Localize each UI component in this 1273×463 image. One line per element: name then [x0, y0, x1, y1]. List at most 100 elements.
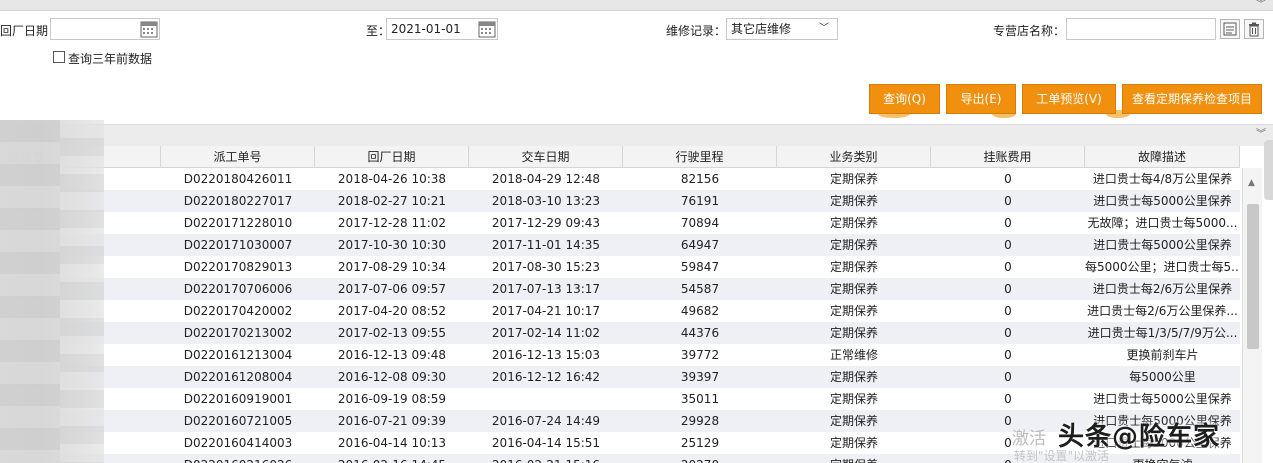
table-cell: 0 — [1004, 216, 1012, 230]
table-cell: 进口贵士每5000公里保养 — [1093, 194, 1232, 208]
table-cell: 定期保养 — [829, 414, 878, 428]
column-header[interactable]: 业务类别 — [777, 146, 931, 168]
table-cell: 定期保养 — [829, 370, 878, 384]
table-row[interactable]: D0220161213004 2016-12-13 09:48 2016-12-13… — [0, 344, 1240, 366]
vertical-scrollbar[interactable]: ▲ — [1242, 168, 1262, 463]
table-cell: 2017-08-30 15:23 — [491, 260, 601, 274]
table-cell: 2016-07-24 14:49 — [491, 414, 601, 428]
table-row[interactable]: D0220180426011 2018-04-26 10:38 2018-04-29… — [0, 168, 1240, 190]
table-row[interactable]: D0220171030007 2017-10-30 10:30 2017-11-01… — [0, 234, 1240, 256]
table-cell: 定期保养 — [829, 194, 878, 208]
table-row[interactable]: D0220170829013 2017-08-29 10:34 2017-08-30… — [0, 256, 1240, 278]
list-select-icon[interactable] — [1220, 19, 1240, 39]
column-header[interactable]: 行驶里程 — [623, 146, 777, 168]
table-cell: 39397 — [680, 370, 720, 384]
table-cell: 定期保养 — [829, 282, 878, 296]
table-cell: 2016-09-19 08:59 — [337, 392, 447, 406]
table-row[interactable]: D0220170420002 2017-04-20 08:52 2017-04-21… — [0, 300, 1240, 322]
activation-watermark: 激活 — [1012, 429, 1046, 449]
table-cell: 2016-12-12 16:42 — [491, 370, 601, 384]
table-row[interactable]: D0220160721005 2016-07-21 09:39 2016-07-24… — [0, 410, 1240, 432]
query-3yrs-checkbox[interactable] — [53, 51, 65, 63]
query-button[interactable]: 查询(Q) — [869, 84, 940, 114]
table-cell: 进口贵士每2/6万公里保养 — [1092, 282, 1233, 296]
dealer-name-label: 专营店名称： — [993, 24, 1066, 38]
table-row[interactable]: D0220171228010 2017-12-28 11:02 2017-12-29… — [0, 212, 1240, 234]
table-cell: 59847 — [680, 260, 720, 274]
table-cell: 2016-02-16 14:45 — [315, 454, 469, 463]
table-cell: 82156 — [680, 172, 720, 186]
table-cell: D0220171228010 — [183, 216, 293, 230]
table-cell: 2017-08-29 10:34 — [337, 260, 447, 274]
table-row[interactable]: D0220180227017 2018-02-27 10:21 2018-03-10… — [0, 190, 1240, 212]
table-cell: 2016-02-21 15:16 — [469, 454, 623, 463]
table-cell: D0220180227017 — [183, 194, 293, 208]
table-cell: D0220170213002 — [183, 326, 293, 340]
table-cell: 定期保养 — [829, 216, 878, 230]
table-cell: 无故障；进口贵士每5000... — [1087, 216, 1238, 230]
table-cell: 每5000公里；进口贵士每5... — [1085, 260, 1240, 274]
table-cell: 定期保养 — [829, 392, 878, 406]
table-row[interactable]: D0220170706006 2017-07-06 09:57 2017-07-13… — [0, 278, 1240, 300]
table-cell: 2017-10-30 10:30 — [337, 238, 447, 252]
trash-icon[interactable] — [1244, 19, 1264, 39]
table-row[interactable]: D0220160919001 2016-09-19 08:59 35011 定期保养 0… — [0, 388, 1240, 410]
preview-button[interactable]: 工单预览(V) — [1022, 84, 1116, 114]
table-cell: D0220161208004 — [183, 370, 293, 384]
table-cell: 0 — [1004, 304, 1012, 318]
table-cell: 2016-04-14 15:51 — [491, 436, 601, 450]
scroll-thumb[interactable] — [1247, 204, 1259, 349]
scroll-up-icon[interactable]: ▲ — [1248, 178, 1255, 188]
column-header[interactable]: 故障描述 — [1085, 146, 1240, 168]
table-cell: 64947 — [680, 238, 720, 252]
table-cell: 2016-12-13 09:48 — [337, 348, 447, 362]
maintenance-check-button[interactable]: 查看定期保养检查项目 — [1122, 84, 1262, 114]
calendar-icon[interactable] — [478, 19, 496, 39]
column-header[interactable]: 交车日期 — [469, 146, 623, 168]
table-cell: 每5000公里 — [1129, 370, 1196, 384]
table-cell: 进口贵士每5000公里保养 — [1093, 392, 1232, 406]
table-cell: D0220180426011 — [183, 172, 293, 186]
table-cell: 0 — [1004, 172, 1012, 186]
table-row[interactable]: D0220170213002 2017-02-13 09:55 2017-02-14… — [0, 322, 1240, 344]
table-cell: 定期保养 — [829, 326, 878, 340]
table-row[interactable]: D0220161208004 2016-12-08 09:30 2016-12-12… — [0, 366, 1240, 388]
chevron-double-down-icon[interactable]: ︾ — [1255, 0, 1267, 10]
table-cell: 2017-07-06 09:57 — [337, 282, 447, 296]
table-cell: 进口贵士每4/8万公里保养 — [1092, 172, 1233, 186]
column-header[interactable]: 派工单号 — [161, 146, 315, 168]
dealer-name-input[interactable] — [1066, 18, 1216, 40]
table-cell: 0 — [1004, 392, 1012, 406]
side-panel-handle[interactable] — [1264, 140, 1273, 200]
export-button[interactable]: 导出(E) — [946, 84, 1016, 114]
chevron-double-down-icon[interactable]: ︾ — [1255, 130, 1267, 140]
table-cell: D0220170706006 — [183, 282, 293, 296]
table-cell: 2017-12-28 11:02 — [337, 216, 447, 230]
table-cell: 2016-12-13 15:03 — [491, 348, 601, 362]
table-cell: D0220160919001 — [183, 392, 293, 406]
table-cell: 54587 — [680, 282, 720, 296]
table-cell: 2017-04-21 10:17 — [491, 304, 601, 318]
table-cell: 2017-07-13 13:17 — [491, 282, 601, 296]
table-cell: D0220161213004 — [183, 348, 293, 362]
column-header[interactable]: 挂账费用 — [931, 146, 1085, 168]
column-header[interactable]: 回厂日期 — [315, 146, 469, 168]
table-cell: 更换前刹车片 — [1126, 348, 1199, 362]
table-cell: 2018-03-10 13:23 — [491, 194, 601, 208]
table-cell: 2018-04-26 10:38 — [337, 172, 447, 186]
table-cell: 25129 — [680, 436, 720, 450]
table-header: 维修专 派工单号 回厂日期 交车日期 行驶里程 业务类别 挂账费用 故障描述 — [0, 146, 1240, 168]
table-cell: 定期保养 — [829, 172, 878, 186]
table-cell: 定期保养 — [777, 454, 931, 463]
repair-record-value: 其它店维修 — [731, 22, 792, 36]
brand-watermark: 头条@险车家 — [1058, 422, 1221, 452]
query-3yrs-label: 查询三年前数据 — [68, 52, 153, 66]
table-cell: 2017-02-13 09:55 — [337, 326, 447, 340]
table-cell: 44376 — [680, 326, 720, 340]
repair-record-select[interactable]: 其它店维修 ﹀ — [726, 18, 838, 40]
table-cell: 2017-11-01 14:35 — [491, 238, 601, 252]
table-cell: 进口贵士每2/6万公里保养... — [1087, 304, 1238, 318]
table-cell: 20270 — [623, 454, 777, 463]
calendar-icon[interactable] — [140, 19, 158, 39]
table-cell: 35011 — [680, 392, 720, 406]
